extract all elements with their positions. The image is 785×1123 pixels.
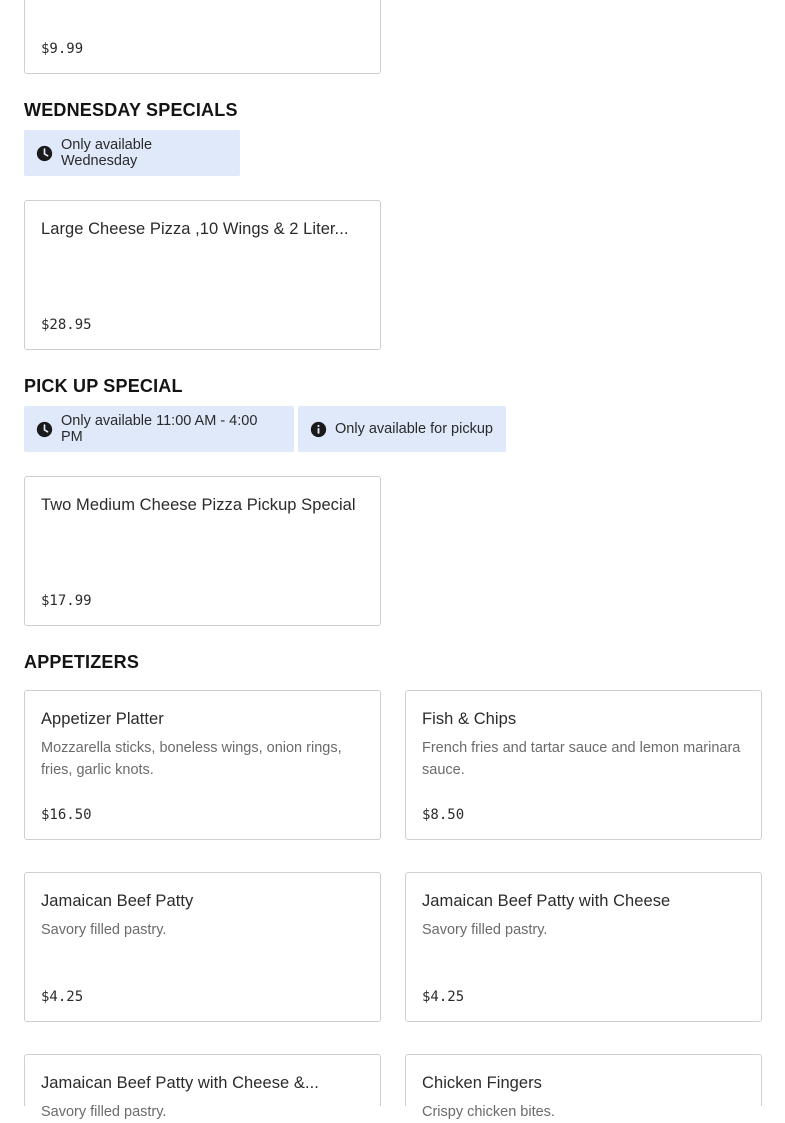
item-price: $17.99 — [41, 593, 92, 609]
item-description: Mozzarella sticks, boneless wings, onion… — [41, 740, 342, 778]
item-name: Jamaican Beef Patty — [41, 892, 194, 910]
section-title-wednesday-specials: WEDNESDAY SPECIALS — [24, 100, 238, 120]
section-title-appetizers: APPETIZERS — [24, 652, 140, 672]
item-description: French fries and tartar sauce and lemon … — [422, 740, 741, 778]
item-name: Two Medium Cheese Pizza Pickup Special — [41, 496, 356, 514]
badge-label: Only available Wednesday — [61, 137, 153, 169]
item-price: $28.95 — [41, 317, 92, 333]
item-price: $4.25 — [41, 989, 84, 1005]
item-price: $4.25 — [422, 989, 465, 1005]
item-price: $8.50 — [422, 807, 465, 823]
availability-badge-hours: Only available 11:00 AM - 4:00 PM — [24, 406, 294, 452]
menu-item-card[interactable]: Fish & Chips French fries and tartar sau… — [405, 690, 762, 840]
item-price: $16.50 — [41, 807, 92, 823]
info-icon — [310, 421, 327, 438]
menu-item-card[interactable]: Jamaican Beef Patty with Cheese &... Sav… — [24, 1054, 381, 1120]
menu-item-card[interactable]: Two Medium Cheese Pizza Pickup Special $… — [24, 476, 381, 626]
menu-item-card[interactable]: Chicken Fingers Crispy chicken bites. — [405, 1054, 762, 1120]
availability-badge-pickup: Only available for pickup — [298, 406, 506, 452]
menu-item-card[interactable]: $9.99 — [24, 0, 381, 74]
clock-icon — [36, 421, 53, 438]
item-description: Crispy chicken bites. — [422, 1104, 555, 1120]
item-name: Jamaican Beef Patty with Cheese — [422, 892, 671, 910]
section-title-pick-up-special: PICK UP SPECIAL — [24, 376, 183, 396]
item-description: Savory filled pastry. — [41, 1104, 167, 1120]
clock-icon — [36, 145, 53, 162]
availability-badge-wednesday: Only available Wednesday — [24, 130, 240, 176]
item-name: Fish & Chips — [422, 710, 517, 728]
item-name: Jamaican Beef Patty with Cheese &... — [41, 1074, 319, 1092]
menu-item-card[interactable]: Large Cheese Pizza ,10 Wings & 2 Liter..… — [24, 200, 381, 350]
badge-label: Only available for pickup — [335, 421, 493, 437]
item-name: Appetizer Platter — [41, 710, 164, 728]
item-price: $9.99 — [41, 41, 84, 57]
item-description: Savory filled pastry. — [41, 922, 167, 938]
item-description: Savory filled pastry. — [422, 922, 548, 938]
menu-item-card[interactable]: Jamaican Beef Patty Savory filled pastry… — [24, 872, 381, 1022]
menu-item-card[interactable]: Appetizer Platter Mozzarella sticks, bon… — [24, 690, 381, 840]
menu-item-card[interactable]: Jamaican Beef Patty with Cheese Savory f… — [405, 872, 762, 1022]
item-name: Large Cheese Pizza ,10 Wings & 2 Liter..… — [41, 220, 349, 238]
badge-label: Only available 11:00 AM - 4:00 PM — [61, 413, 258, 445]
item-name: Chicken Fingers — [422, 1074, 542, 1092]
